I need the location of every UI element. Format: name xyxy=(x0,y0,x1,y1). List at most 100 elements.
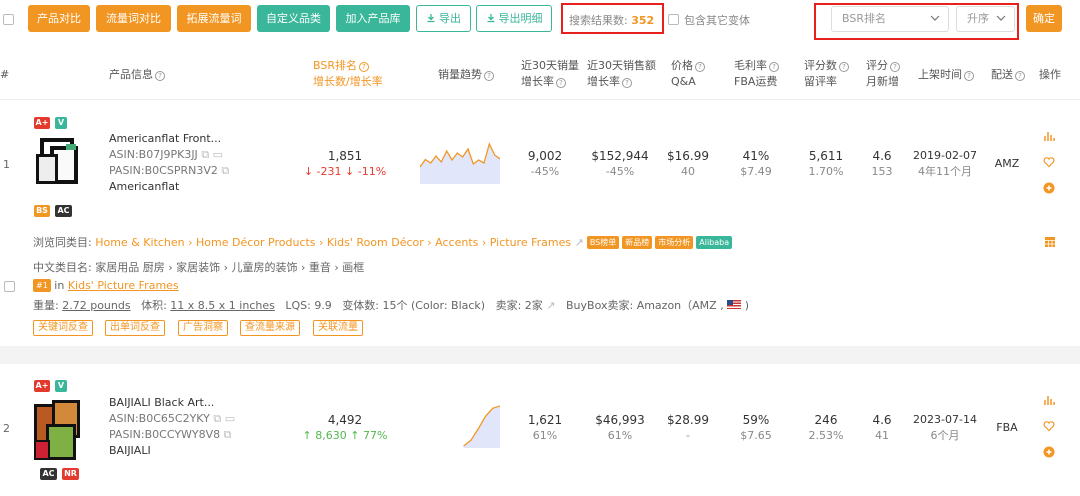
sales-rate: 61% xyxy=(532,429,558,442)
bsr-value: 1,851 xyxy=(327,149,363,163)
fba-value: $7.49 xyxy=(740,165,772,178)
col-score-sub: 月新增 xyxy=(866,75,899,88)
col-date[interactable]: 上架时间? xyxy=(918,67,974,83)
copy-icon[interactable]: ⧉ xyxy=(201,148,209,161)
new-list-tag[interactable]: 新品榜 xyxy=(622,236,653,249)
col-margin-sub: FBA运费 xyxy=(734,75,778,88)
confirm-button[interactable]: 确定 xyxy=(1026,5,1062,32)
col-revenue[interactable]: 近30天销售额 增长率? xyxy=(587,58,656,90)
price-cell: $28.99 - xyxy=(660,412,716,444)
margin-value: 41% xyxy=(742,149,770,163)
row-checkbox[interactable] xyxy=(4,281,15,292)
related-traffic-button[interactable]: 关联流量 xyxy=(313,320,363,336)
col-ratings[interactable]: 评分数? 留评率 xyxy=(804,58,849,90)
col-price[interactable]: 价格? Q&A xyxy=(671,58,705,90)
sales-trend-sparkline[interactable] xyxy=(420,140,500,184)
select-all-checkbox[interactable] xyxy=(3,14,14,25)
expand-traffic-words-button[interactable]: 拓展流量词 xyxy=(177,5,251,32)
bsr-change: ↑ 8,630 ↑ 77% xyxy=(302,429,388,442)
toolbar: 产品对比 流量词对比 拓展流量词 自定义品类 加入产品库 导出 导出明细 搜索结… xyxy=(0,0,1080,40)
price-cell: $16.99 40 xyxy=(660,148,716,180)
product-name[interactable]: BAIJIALI Black Art... xyxy=(109,395,214,411)
date-cell: 2023-07-14 6个月 xyxy=(908,412,982,444)
product-image[interactable] xyxy=(32,398,82,464)
market-analysis-tag[interactable]: 市场分析 xyxy=(655,236,694,249)
copy-icon[interactable]: ⧉ xyxy=(221,164,229,177)
calculator-icon[interactable] xyxy=(1044,236,1056,248)
result-count-value: 352 xyxy=(631,14,655,27)
buybox-value: BuyBox卖家: Amazon（AMZ , xyxy=(566,299,724,312)
sales-trend-sparkline[interactable] xyxy=(420,402,500,448)
weight-label: 重量: xyxy=(33,299,59,312)
copy-icon[interactable]: ⧉ xyxy=(213,412,221,425)
col-sales[interactable]: 近30天销量 增长率? xyxy=(521,58,579,90)
verified-badge: V xyxy=(55,117,67,129)
product-image[interactable] xyxy=(34,134,80,200)
sales-value: 1,621 xyxy=(527,413,563,427)
help-icon: ? xyxy=(484,71,494,81)
table-header: # 产品信息? BSR排名? 增长数/增长率 销量趋势? 近30天销量 增长率? 近… xyxy=(0,48,1080,100)
product-name[interactable]: Americanflat Front... xyxy=(109,131,221,147)
include-variants-label: 包含其它变体 xyxy=(684,14,750,27)
export-details-button[interactable]: 导出明细 xyxy=(476,5,552,32)
chat-icon[interactable]: ▭ xyxy=(213,148,223,161)
ship-value: FBA xyxy=(996,421,1018,434)
help-icon: ? xyxy=(1015,71,1025,81)
chart-icon[interactable] xyxy=(1043,394,1055,406)
order-keyword-reverse-button[interactable]: 出单词反查 xyxy=(105,320,165,336)
include-variants-checkbox[interactable] xyxy=(668,14,679,25)
add-to-library-button[interactable]: 加入产品库 xyxy=(336,5,410,32)
category-path-link[interactable]: Home & Kitchen › Home Décor Products › K… xyxy=(95,236,571,249)
external-link-icon[interactable]: ↗ xyxy=(546,299,555,312)
bsr-cell: 1,851 ↓ -231 ↓ -11% xyxy=(300,148,390,180)
ad-insight-button[interactable]: 广告洞察 xyxy=(178,320,228,336)
external-link-icon[interactable]: ↗ xyxy=(575,236,584,249)
keyword-reverse-button[interactable]: 关键词反查 xyxy=(33,320,93,336)
monthly-new-value: 41 xyxy=(875,429,889,442)
help-icon: ? xyxy=(964,71,974,81)
col-score[interactable]: 评分? 月新增 xyxy=(866,58,900,90)
heart-icon[interactable] xyxy=(1043,156,1055,168)
custom-category-button[interactable]: 自定义品类 xyxy=(257,5,330,32)
help-icon: ? xyxy=(839,62,849,72)
traffic-source-button[interactable]: 查流量来源 xyxy=(240,320,300,336)
alibaba-tag[interactable]: Alibaba xyxy=(696,236,733,249)
compare-traffic-words-button[interactable]: 流量词对比 xyxy=(96,5,171,32)
rank-info: #1 in Kids' Picture Frames xyxy=(33,278,179,294)
bs-list-tag[interactable]: BS榜单 xyxy=(586,236,620,249)
export-details-label: 导出明细 xyxy=(498,12,543,25)
col-margin[interactable]: 毛利率? FBA运费 xyxy=(734,58,779,90)
buybox-end: ) xyxy=(744,299,749,312)
compare-icon[interactable] xyxy=(1043,182,1055,194)
revenue-value: $46,993 xyxy=(595,413,645,427)
qa-value: 40 xyxy=(681,165,695,178)
sort-field-select[interactable]: BSR排名 xyxy=(831,6,949,32)
revenue-rate: -45% xyxy=(605,165,635,178)
help-icon: ? xyxy=(769,62,779,72)
chart-icon[interactable] xyxy=(1043,130,1055,142)
sales-value: 9,002 xyxy=(527,149,563,163)
heart-icon[interactable] xyxy=(1043,420,1055,432)
sort-order-select[interactable]: 升序 xyxy=(956,6,1015,32)
verified-badge: V xyxy=(55,380,67,392)
size-value: 11 x 8.5 x 1 inches xyxy=(170,299,275,312)
rank-category-link[interactable]: Kids' Picture Frames xyxy=(68,279,179,292)
lqs-value: LQS: 9.9 xyxy=(285,299,332,312)
aplus-badge: A+ xyxy=(34,117,50,129)
price-value: $16.99 xyxy=(667,149,709,163)
export-button[interactable]: 导出 xyxy=(416,5,471,32)
copy-icon[interactable]: ⧉ xyxy=(224,428,232,441)
col-bsr[interactable]: BSR排名? 增长数/增长率 xyxy=(313,58,383,90)
asin-value: ASIN:B0C65C2YKY xyxy=(109,412,210,425)
brand[interactable]: Americanflat xyxy=(109,179,179,195)
pasin-value: PASIN:B0CCYWY8V8 xyxy=(109,428,221,441)
chat-icon[interactable]: ▭ xyxy=(225,412,235,425)
compare-products-button[interactable]: 产品对比 xyxy=(28,5,90,32)
col-ratings-sub: 留评率 xyxy=(804,75,837,88)
revenue-cell: $46,993 61% xyxy=(584,412,656,444)
brand[interactable]: BAIJIALI xyxy=(109,443,151,459)
qa-value: - xyxy=(686,429,690,442)
bsr-change-value: -231 xyxy=(316,165,342,178)
compare-icon[interactable] xyxy=(1043,446,1055,458)
category-label: 浏览同类目: xyxy=(33,236,92,249)
